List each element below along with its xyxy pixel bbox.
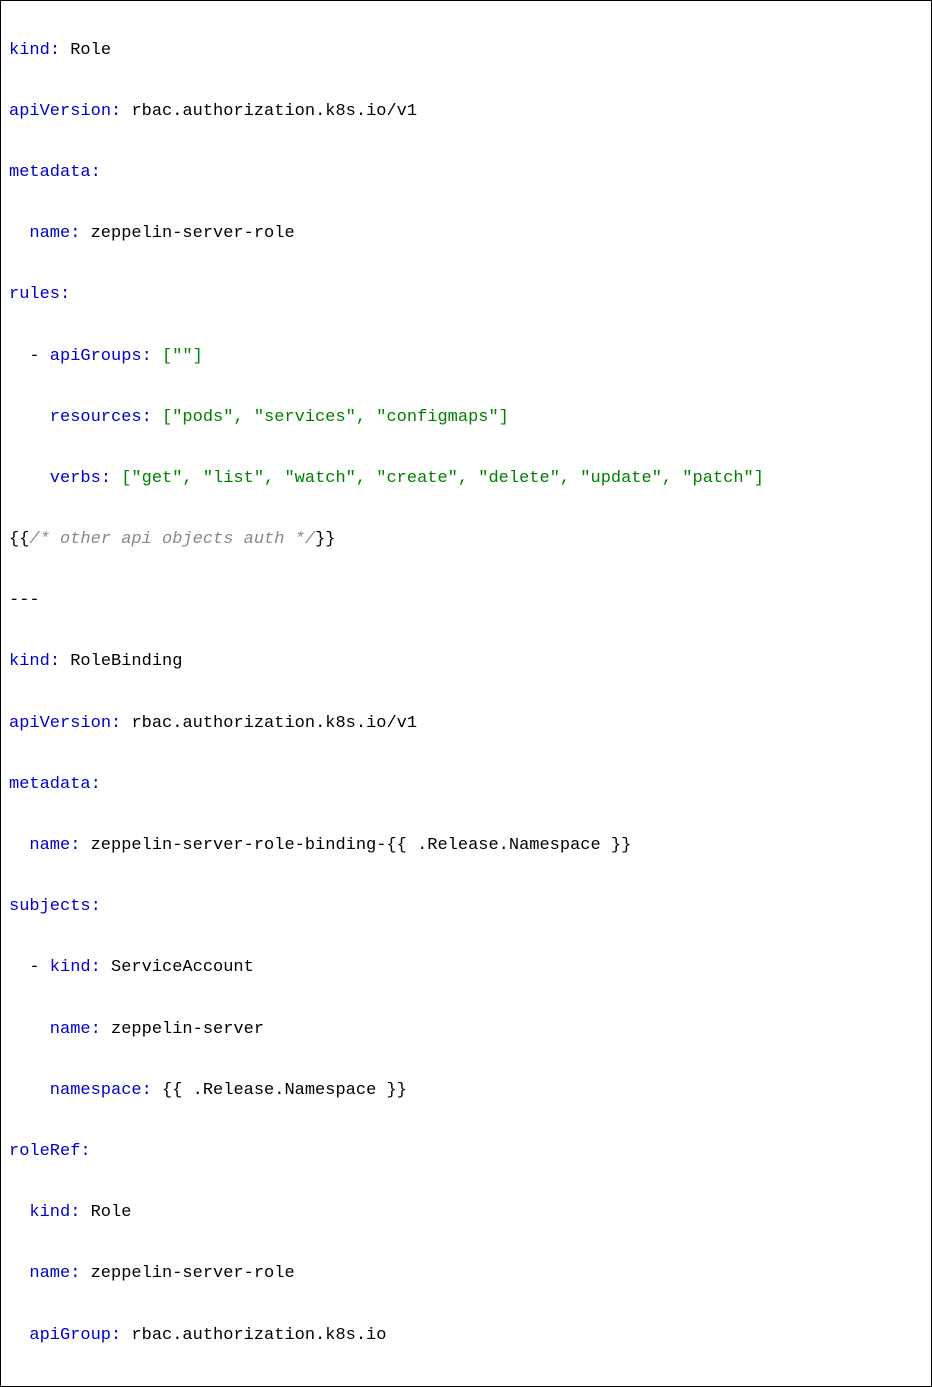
code-line: apiVersion: rbac.authorization.k8s.io/v1 [9, 97, 923, 128]
yaml-key: rules [9, 285, 60, 304]
yaml-value: [""] [162, 347, 203, 366]
code-line: metadata: [9, 158, 923, 189]
template-close: }} [315, 530, 335, 549]
comment-text: /* other api objects auth */ [29, 530, 315, 549]
code-line: apiGroup: rbac.authorization.k8s.io [9, 1321, 923, 1352]
code-line: name: zeppelin-server-role-binding-{{ .R… [9, 831, 923, 862]
yaml-value: ServiceAccount [111, 958, 254, 977]
yaml-value: rbac.authorization.k8s.io/v1 [131, 102, 417, 121]
code-line: metadata: [9, 770, 923, 801]
code-line: {{/* other api objects auth */}} [9, 525, 923, 556]
yaml-key: name [29, 1264, 70, 1283]
yaml-value: ["pods", "services", "configmaps"] [162, 408, 509, 427]
template-open: {{ [9, 530, 29, 549]
yaml-value: rbac.authorization.k8s.io/v1 [131, 714, 417, 733]
yaml-key: name [50, 1020, 91, 1039]
yaml-key: metadata [9, 163, 91, 182]
code-line: roleRef: [9, 1137, 923, 1168]
code-line: namespace: {{ .Release.Namespace }} [9, 1076, 923, 1107]
yaml-key: apiVersion [9, 102, 111, 121]
yaml-value: Role [91, 1203, 132, 1222]
yaml-value: {{ .Release.Namespace }} [162, 1081, 407, 1100]
yaml-key: kind [9, 652, 50, 671]
code-line: kind: Role [9, 36, 923, 67]
yaml-key: subjects [9, 897, 91, 916]
yaml-key: verbs [50, 469, 101, 488]
code-line: - kind: ServiceAccount [9, 953, 923, 984]
code-line: kind: RoleBinding [9, 647, 923, 678]
yaml-key: apiGroup [29, 1326, 111, 1345]
yaml-key: kind [29, 1203, 70, 1222]
code-line: name: zeppelin-server [9, 1015, 923, 1046]
code-line: name: zeppelin-server-role [9, 1259, 923, 1290]
yaml-key: namespace [50, 1081, 142, 1100]
code-line: subjects: [9, 892, 923, 923]
yaml-value: zeppelin-server-role [91, 224, 295, 243]
yaml-key: name [29, 224, 70, 243]
yaml-key: apiVersion [9, 714, 111, 733]
code-line: verbs: ["get", "list", "watch", "create"… [9, 464, 923, 495]
yaml-value: RoleBinding [70, 652, 182, 671]
yaml-key: kind [50, 958, 91, 977]
yaml-value: ["get", "list", "watch", "create", "dele… [121, 469, 764, 488]
yaml-value: rbac.authorization.k8s.io [131, 1326, 386, 1345]
code-line: rules: [9, 280, 923, 311]
yaml-code-block: kind: Role apiVersion: rbac.authorizatio… [0, 0, 932, 1387]
code-line: resources: ["pods", "services", "configm… [9, 403, 923, 434]
yaml-value: zeppelin-server-role [91, 1264, 295, 1283]
code-line: - apiGroups: [""] [9, 342, 923, 373]
code-line: name: zeppelin-server-role [9, 219, 923, 250]
yaml-key: resources [50, 408, 142, 427]
yaml-key: apiGroups [50, 347, 142, 366]
yaml-key: roleRef [9, 1142, 80, 1161]
code-line: kind: Role [9, 1198, 923, 1229]
yaml-key: name [29, 836, 70, 855]
code-line: --- [9, 586, 923, 617]
yaml-value: zeppelin-server [111, 1020, 264, 1039]
yaml-key: kind [9, 41, 50, 60]
code-line: apiVersion: rbac.authorization.k8s.io/v1 [9, 709, 923, 740]
yaml-key: metadata [9, 775, 91, 794]
yaml-value: Role [70, 41, 111, 60]
yaml-value: zeppelin-server-role-binding-{{ .Release… [91, 836, 632, 855]
yaml-separator: --- [9, 591, 40, 610]
